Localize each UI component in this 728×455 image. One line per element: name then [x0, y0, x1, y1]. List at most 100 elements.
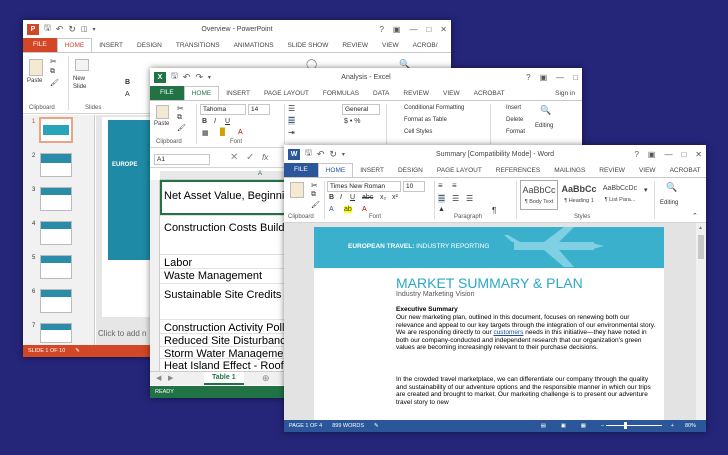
slide-thumbnail-pane[interactable]: 1 2 3 4 5 6 7	[23, 115, 95, 345]
slide-thumbnail[interactable]: 6	[26, 289, 88, 319]
tab-mailings[interactable]: MAILINGS	[547, 164, 592, 177]
maximize-icon[interactable]: □	[426, 25, 431, 34]
table-row[interactable]: Waste Management	[164, 270, 262, 282]
powerpoint-app-icon[interactable]: P	[27, 23, 39, 35]
tab-file[interactable]: FILE	[284, 163, 318, 177]
align-left-icon[interactable]: ☰	[438, 194, 446, 203]
paste-button[interactable]: Paste	[154, 121, 169, 127]
italic-button[interactable]: I	[340, 194, 342, 201]
document-title[interactable]: MARKET SUMMARY & PLAN	[396, 275, 583, 291]
name-box[interactable]: A1	[154, 154, 210, 165]
undo-icon[interactable]: ↶	[56, 24, 64, 35]
editing-button[interactable]: Editing	[535, 123, 553, 129]
scrollbar-thumb[interactable]	[698, 235, 704, 259]
copy-icon[interactable]: ⧉	[177, 114, 182, 122]
help-icon[interactable]: ?	[526, 73, 530, 82]
tab-insert[interactable]: INSERT	[92, 39, 130, 52]
tab-review[interactable]: REVIEW	[396, 87, 436, 100]
shading-icon[interactable]: ▲	[438, 206, 445, 213]
tab-acrobat[interactable]: ACROBAT	[663, 164, 706, 177]
bold-button[interactable]: B	[329, 194, 334, 201]
tab-formulas[interactable]: FORMULAS	[316, 87, 366, 100]
paste-icon[interactable]	[156, 105, 169, 119]
tab-insert[interactable]: INSERT	[219, 87, 257, 100]
table-row[interactable]: Sustainable Site Credits S	[164, 289, 292, 301]
new-slide-button[interactable]: New Slide	[73, 75, 95, 91]
number-format-select[interactable]: General	[342, 104, 380, 115]
align-top-icon[interactable]: ☰	[288, 104, 295, 113]
tab-design[interactable]: DESIGN	[130, 39, 169, 52]
indent-icon[interactable]: ⇥	[288, 128, 295, 137]
text-effects-icon[interactable]: A	[329, 206, 334, 213]
web-layout-icon[interactable]: ▦	[581, 423, 586, 429]
underline-button[interactable]: U	[225, 118, 230, 125]
tab-acrobat[interactable]: ACROBAT	[467, 87, 512, 100]
body-paragraph-2[interactable]: In the crowded travel marketplace, we ca…	[396, 376, 658, 420]
zoom-out-icon[interactable]: –	[601, 423, 604, 429]
word-app-icon[interactable]: W	[288, 148, 300, 160]
slide-thumbnail[interactable]: 4	[26, 221, 88, 251]
bold-button[interactable]: B	[125, 79, 130, 86]
proofing-icon[interactable]: ✎	[374, 423, 379, 429]
italic-button[interactable]: I	[214, 118, 216, 125]
borders-icon[interactable]: ▦	[202, 129, 209, 137]
redo-icon[interactable]: ↻	[68, 24, 76, 35]
style-list-paragraph[interactable]: AaBbCcDc ¶ List Para...	[600, 180, 640, 210]
slide-thumbnail[interactable]: 7	[26, 323, 88, 345]
tab-view[interactable]: VIEW	[632, 164, 663, 177]
align-left-icon[interactable]: ☰	[288, 116, 296, 125]
minimize-icon[interactable]: —	[409, 25, 417, 34]
font-color-button[interactable]: A	[125, 91, 130, 98]
maximize-icon[interactable]: □	[573, 73, 578, 82]
slide-thumbnail[interactable]: 2	[26, 153, 88, 183]
save-icon[interactable]: 🖫	[305, 147, 312, 161]
cut-icon[interactable]: ✂	[311, 181, 318, 190]
undo-icon[interactable]: ↶	[183, 72, 191, 83]
ribbon-display-icon[interactable]: ▣	[393, 25, 401, 34]
print-layout-icon[interactable]: ▣	[561, 423, 566, 429]
format-as-table-button[interactable]: Format as Table	[404, 117, 447, 123]
document-subtitle[interactable]: Industry Marketing Vision	[396, 291, 474, 298]
copy-icon[interactable]: ⧉	[311, 191, 316, 199]
format-painter-icon[interactable]: 🖌	[177, 124, 186, 132]
format-cells-button[interactable]: Format	[506, 129, 525, 135]
spelling-icon[interactable]: ✎	[75, 348, 80, 354]
currency-icon[interactable]: $ • %	[344, 118, 360, 125]
bullets-icon[interactable]: ≡	[438, 181, 443, 190]
tab-insert[interactable]: INSERT	[353, 164, 391, 177]
maximize-icon[interactable]: □	[681, 150, 686, 159]
start-from-beginning-icon[interactable]: ◫	[81, 25, 88, 33]
new-slide-icon[interactable]	[75, 59, 89, 71]
copy-icon[interactable]: ⧉	[50, 68, 55, 76]
center-icon[interactable]: ☰	[452, 194, 459, 203]
tab-home[interactable]: HOME	[183, 86, 220, 100]
zoom-slider-thumb[interactable]	[624, 422, 627, 429]
word-count-status[interactable]: 899 WORDS	[332, 423, 364, 429]
font-name-select[interactable]: Tahoma	[200, 104, 246, 115]
underline-button[interactable]: U	[350, 194, 355, 201]
insert-cells-button[interactable]: Insert	[506, 105, 521, 111]
collapse-ribbon-icon[interactable]: ⌃	[692, 212, 698, 220]
slide-thumbnail[interactable]: 5	[26, 255, 88, 285]
ribbon-display-icon[interactable]: ▣	[648, 150, 656, 159]
paste-icon[interactable]	[290, 182, 304, 198]
table-row[interactable]: Construction Costs Building	[164, 222, 299, 234]
word-window[interactable]: W 🖫 ↶ ↻ ▾ Summary [Compatibility Mode] -…	[284, 145, 706, 432]
cut-icon[interactable]: ✂	[177, 104, 184, 113]
sheet-tab-table-1[interactable]: Table 1	[204, 372, 244, 385]
save-icon[interactable]: 🖫	[171, 70, 178, 84]
tab-review[interactable]: REVIEW	[335, 39, 375, 52]
qat-customize-icon[interactable]: ▾	[208, 74, 211, 81]
document-area[interactable]: EUROPEAN TRAVEL: INDUSTRY REPORTING MARK…	[284, 223, 706, 420]
vertical-scrollbar[interactable]: ▲	[696, 223, 706, 420]
tab-references[interactable]: REFERENCES	[489, 164, 547, 177]
enter-icon[interactable]: ✓	[246, 152, 254, 163]
tab-data[interactable]: DATA	[366, 87, 396, 100]
tab-home[interactable]: HOME	[317, 163, 354, 177]
paste-icon[interactable]	[29, 59, 43, 76]
new-sheet-icon[interactable]: ⊕	[262, 373, 270, 384]
font-name-select[interactable]: Times New Roman	[327, 181, 401, 192]
font-size-select[interactable]: 10	[403, 181, 425, 192]
zoom-in-icon[interactable]: +	[671, 423, 674, 429]
table-row[interactable]: Net Asset Value, Beginning	[164, 190, 297, 202]
